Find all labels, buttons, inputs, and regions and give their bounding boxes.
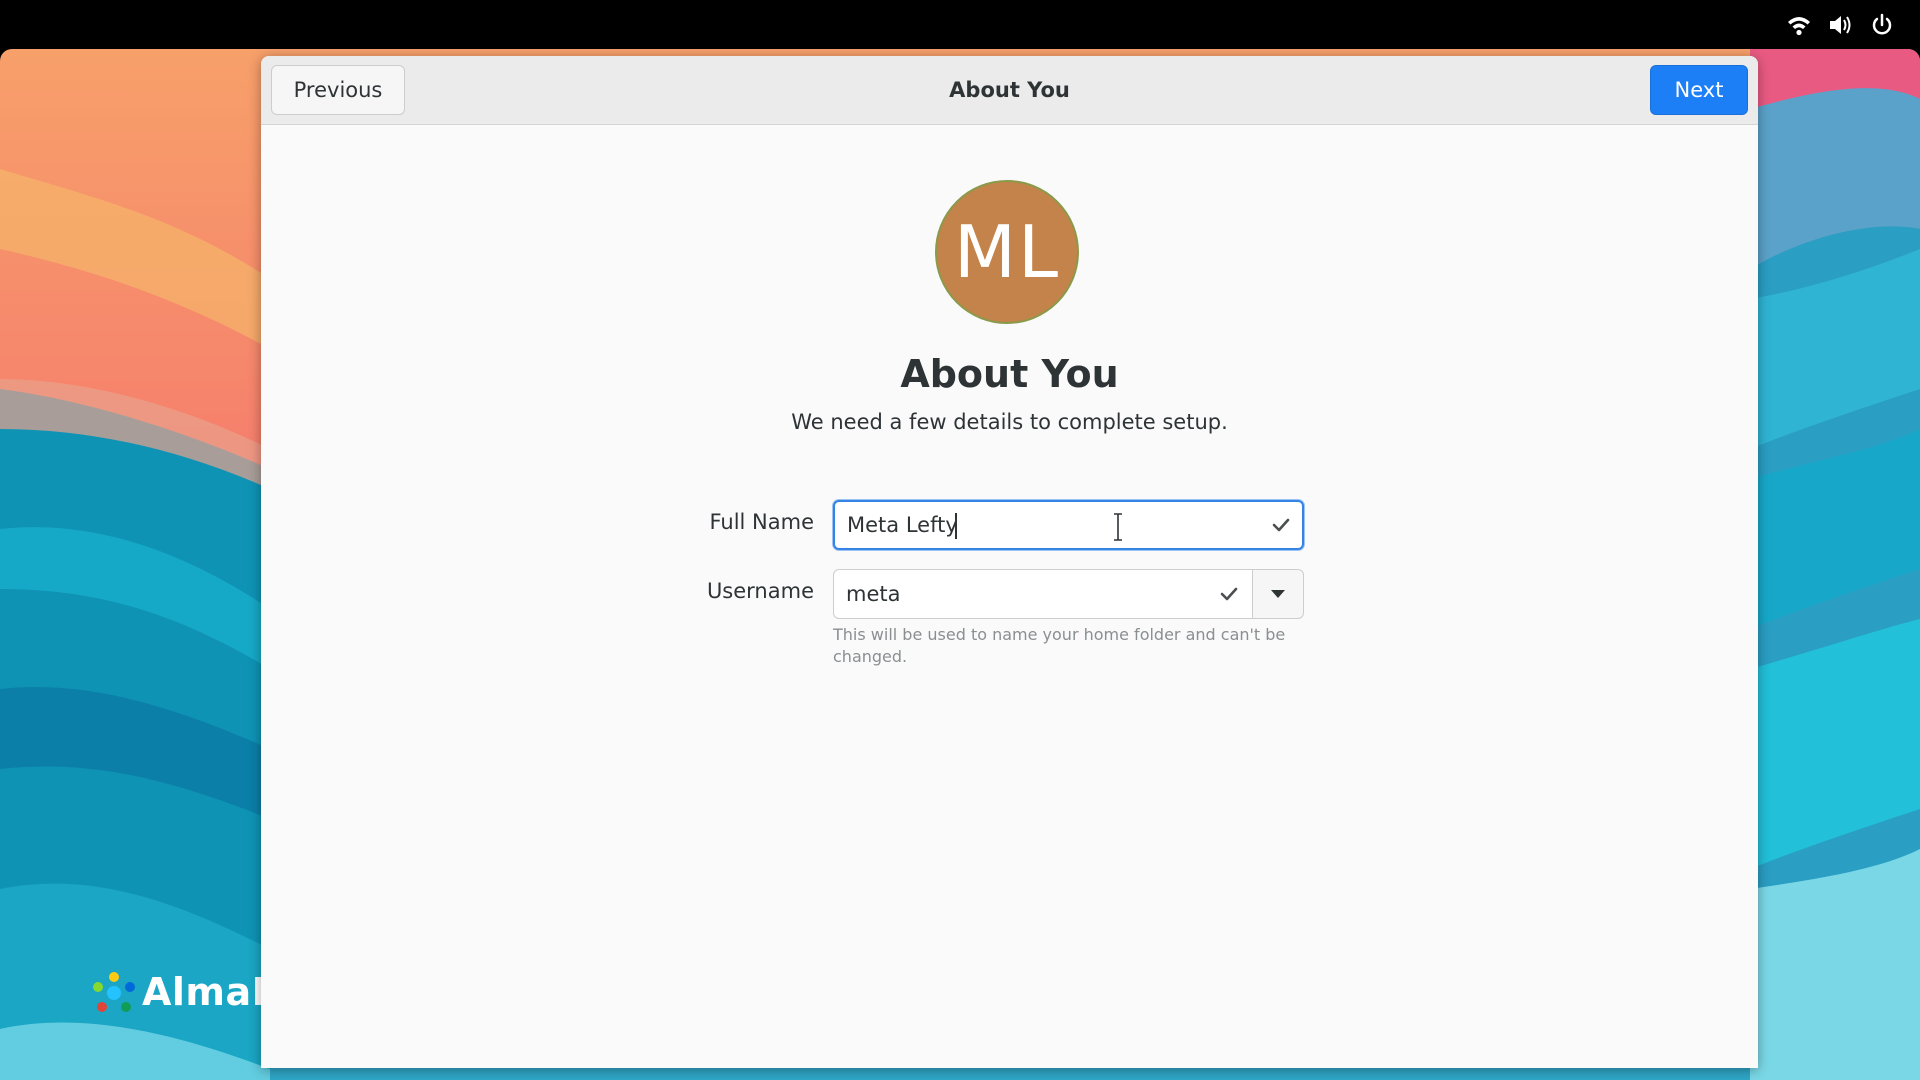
chevron-down-icon [1271, 590, 1285, 598]
text-caret [955, 513, 957, 539]
full-name-valid-icon [1271, 515, 1291, 535]
header-bar: About You Previous Next [261, 56, 1758, 125]
power-icon[interactable] [1869, 12, 1895, 38]
full-name-field[interactable]: Meta Lefty [833, 500, 1304, 550]
almalinux-logo: AlmaLi [90, 969, 290, 1015]
previous-button[interactable]: Previous [271, 65, 405, 115]
top-bar [0, 0, 1920, 49]
almalinux-logo-icon [93, 972, 135, 1012]
avatar[interactable]: ML [935, 180, 1079, 324]
username-label: Username [706, 579, 814, 603]
next-button[interactable]: Next [1650, 65, 1748, 115]
avatar-initials: ML [953, 210, 1061, 294]
username-dropdown-button[interactable] [1252, 569, 1304, 619]
full-name-value: Meta Lefty [847, 513, 958, 537]
username-valid-icon [1219, 584, 1239, 604]
page-subtitle: We need a few details to complete setup. [791, 410, 1228, 434]
username-field[interactable]: meta [833, 569, 1253, 619]
volume-icon[interactable] [1827, 12, 1853, 38]
window-title: About You [949, 78, 1070, 102]
wifi-icon[interactable] [1786, 12, 1812, 38]
page-title: About You [900, 352, 1119, 396]
setup-window: About You Previous Next ML About You We … [261, 56, 1758, 1068]
text-cursor-icon [1114, 513, 1122, 541]
username-hint: This will be used to name your home fold… [833, 625, 1286, 666]
username-value: meta [846, 582, 901, 606]
full-name-label: Full Name [709, 510, 814, 534]
